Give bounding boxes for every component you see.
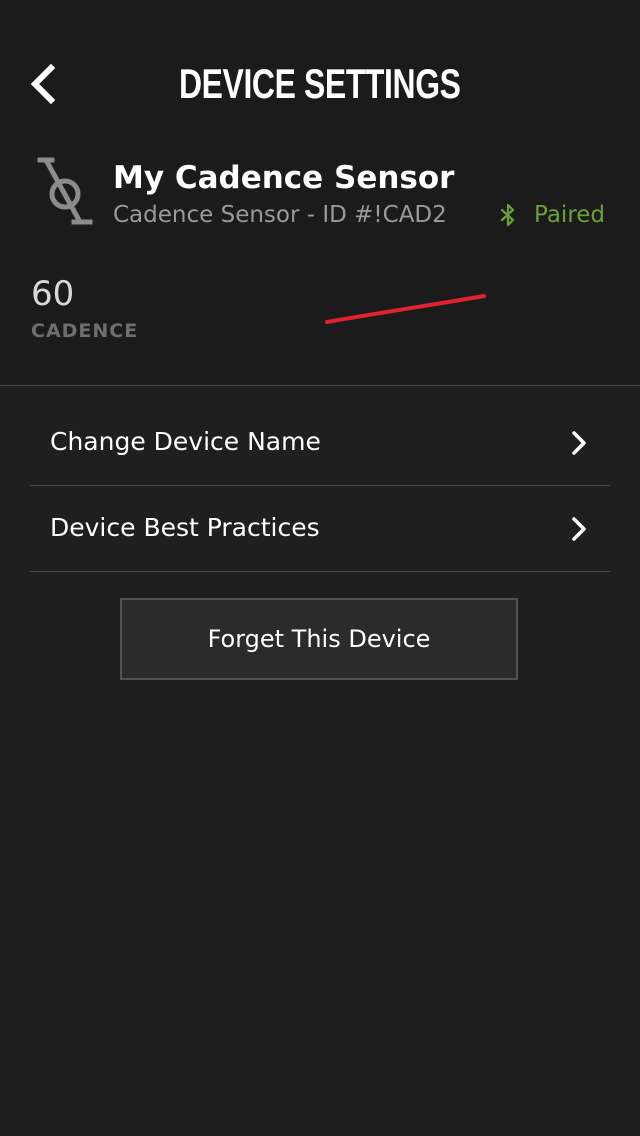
cadence-graph (325, 294, 486, 324)
change-device-name-row[interactable]: Change Device Name (30, 400, 610, 486)
cadence-graph-line (325, 294, 486, 324)
bluetooth-icon (500, 203, 515, 227)
chevron-right-icon (572, 431, 586, 455)
device-subtitle: Cadence Sensor - ID #!CAD2 (113, 202, 447, 228)
chevron-left-icon (30, 64, 56, 104)
page-title: DEVICE SETTINGS (178, 60, 461, 107)
device-best-practices-label: Device Best Practices (50, 513, 320, 542)
paired-status: Paired (534, 202, 606, 228)
change-device-name-label: Change Device Name (50, 427, 321, 456)
cadence-label: CADENCE (31, 320, 139, 342)
chevron-right-icon (572, 517, 586, 541)
back-button[interactable] (20, 60, 64, 108)
row-divider (30, 571, 610, 572)
forget-device-button[interactable]: Forget This Device (120, 598, 518, 680)
section-divider (0, 385, 640, 386)
cadence-value: 60 (31, 274, 75, 314)
device-best-practices-row[interactable]: Device Best Practices (30, 486, 610, 572)
cadence-crank-icon (37, 157, 93, 225)
device-name: My Cadence Sensor (113, 160, 455, 196)
